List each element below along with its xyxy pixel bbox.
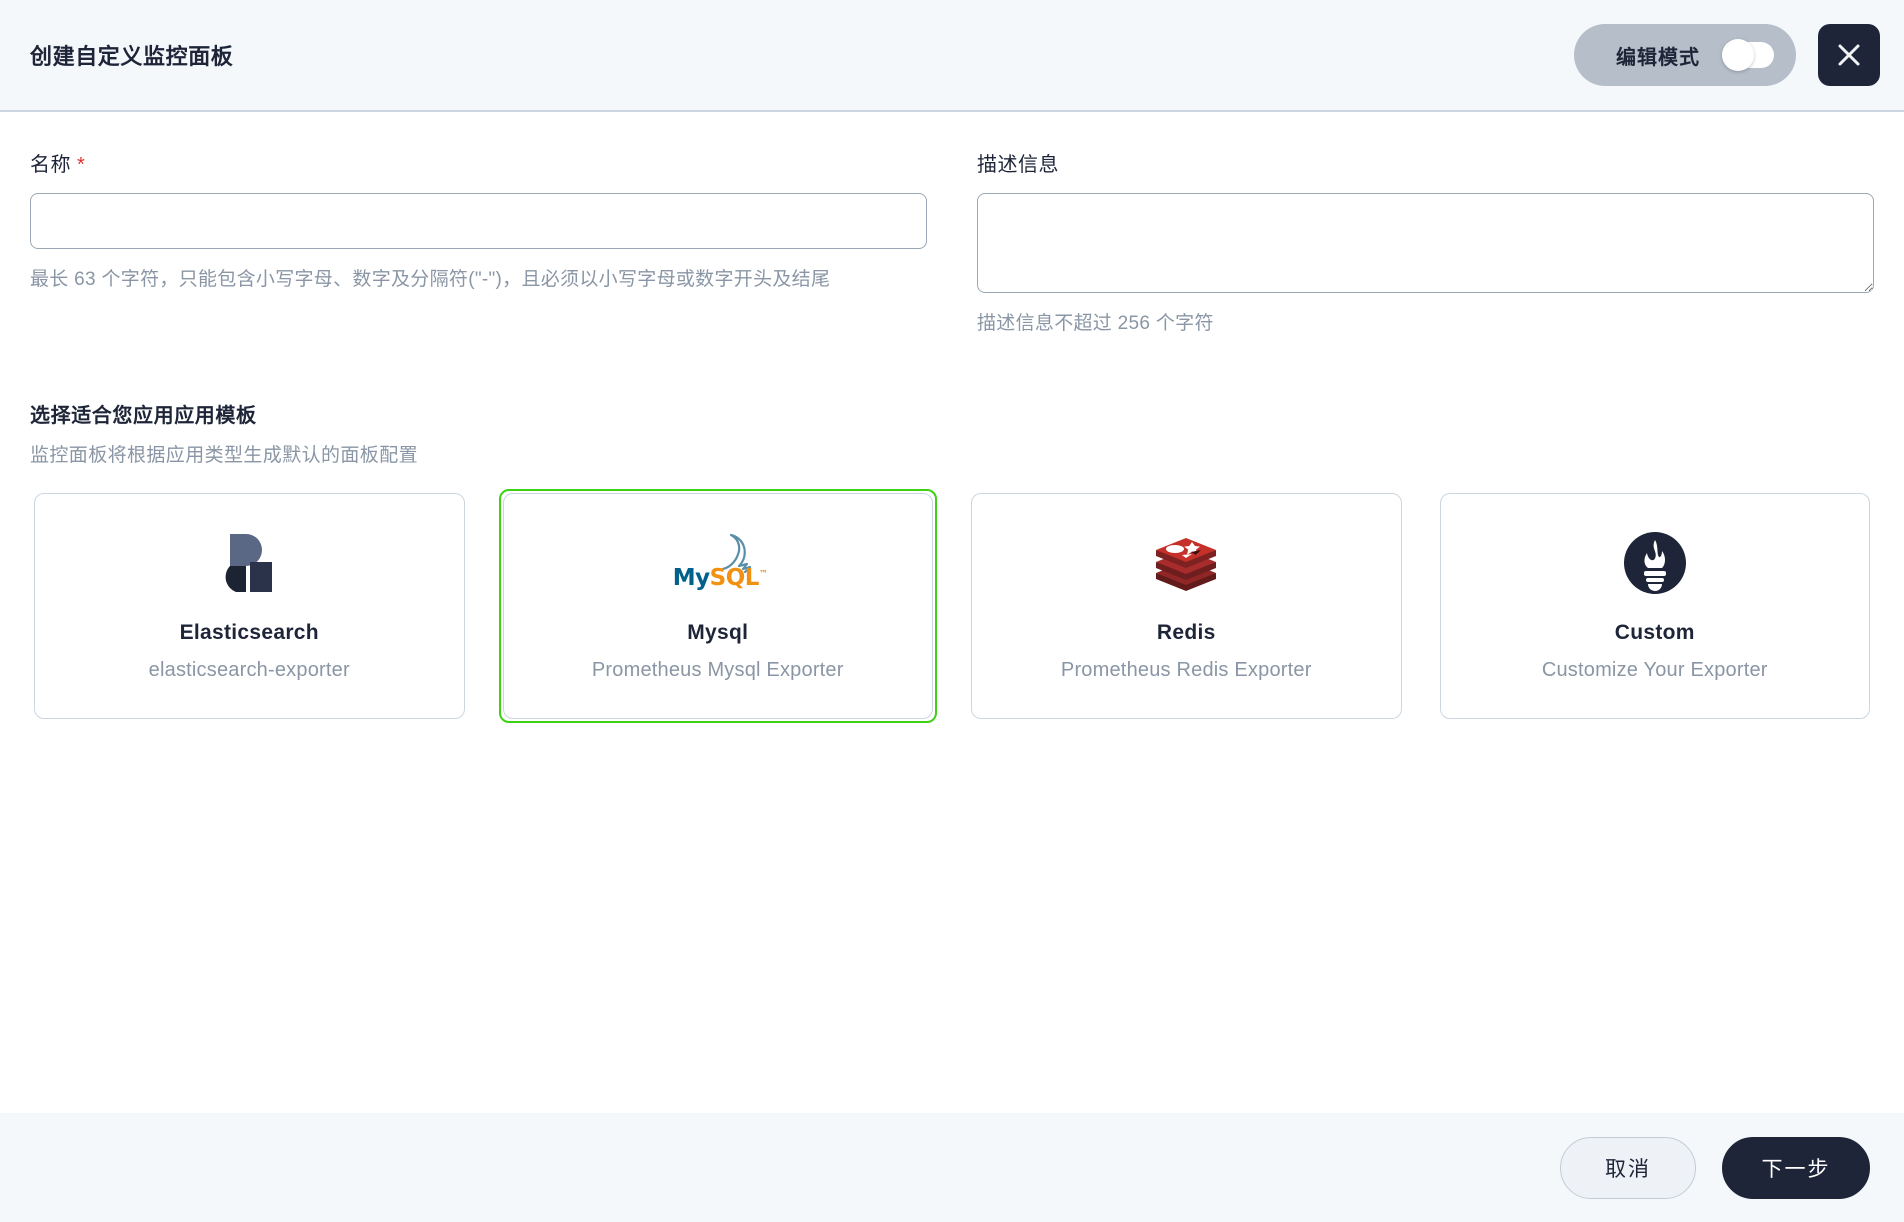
name-label-text: 名称: [30, 154, 71, 176]
dialog-body: 名称 * 最长 63 个字符，只能包含小写字母、数字及分隔符("-")，且必须以小…: [0, 112, 1904, 1113]
next-button[interactable]: 下一步: [1722, 1136, 1870, 1199]
template-cards: Elasticsearch elasticsearch-exporter MyS…: [30, 489, 1874, 723]
template-card-mysql[interactable]: MySQL™ Mysql Prometheus Mysql Exporter: [502, 493, 933, 719]
template-description: Prometheus Redis Exporter: [1060, 658, 1312, 681]
template-section-title: 选择适合您应用应用模板: [30, 405, 257, 427]
elasticsearch-logo: [220, 531, 278, 595]
name-input[interactable]: [30, 193, 927, 249]
mysql-my-text: My: [672, 564, 710, 591]
template-card-mysql-wrap: MySQL™ Mysql Prometheus Mysql Exporter: [498, 489, 937, 723]
mysql-logo: MySQL™: [673, 531, 768, 595]
template-name: Mysql: [687, 620, 749, 644]
close-icon: [1838, 44, 1860, 66]
description-textarea[interactable]: [977, 193, 1874, 293]
template-card-redis-wrap: Redis Prometheus Redis Exporter: [967, 489, 1406, 723]
cancel-button[interactable]: 取消: [1560, 1136, 1696, 1199]
template-name: Custom: [1614, 620, 1695, 644]
create-dashboard-dialog: 创建自定义监控面板 编辑模式 名称 * 最长 63 个字符，只能包含小写字母、数字…: [0, 0, 1904, 1222]
form-row: 名称 * 最长 63 个字符，只能包含小写字母、数字及分隔符("-")，且必须以小…: [30, 148, 1874, 341]
dialog-footer: 取消 下一步: [0, 1113, 1904, 1222]
name-label: 名称 *: [30, 148, 927, 177]
name-helper-text: 最长 63 个字符，只能包含小写字母、数字及分隔符("-")，且必须以小写字母或…: [30, 269, 831, 290]
edit-mode-toggle[interactable]: 编辑模式: [1574, 24, 1796, 86]
template-card-redis[interactable]: Redis Prometheus Redis Exporter: [971, 493, 1402, 719]
template-card-elasticsearch[interactable]: Elasticsearch elasticsearch-exporter: [34, 493, 465, 719]
description-helper-text: 描述信息不超过 256 个字符: [977, 313, 1214, 334]
template-section: 选择适合您应用应用模板 监控面板将根据应用类型生成默认的面板配置 Elastic…: [30, 399, 1874, 723]
template-card-custom-wrap: Custom Customize Your Exporter: [1436, 489, 1875, 723]
template-card-elasticsearch-wrap: Elasticsearch elasticsearch-exporter: [30, 489, 469, 723]
mysql-wordmark: MySQL™: [673, 565, 768, 591]
template-section-subtitle: 监控面板将根据应用类型生成默认的面板配置: [30, 445, 419, 466]
required-asterisk: *: [77, 154, 86, 176]
mysql-tm-text: ™: [758, 568, 768, 579]
prometheus-logo: [1623, 531, 1686, 595]
description-field-group: 描述信息 描述信息不超过 256 个字符: [977, 148, 1874, 341]
template-name: Redis: [1156, 620, 1216, 644]
edit-mode-switch[interactable]: [1722, 39, 1774, 71]
template-name: Elasticsearch: [179, 620, 319, 644]
edit-mode-label: 编辑模式: [1616, 46, 1700, 69]
page-title: 创建自定义监控面板: [30, 44, 234, 69]
template-description: Prometheus Mysql Exporter: [591, 658, 844, 681]
name-field-group: 名称 * 最长 63 个字符，只能包含小写字母、数字及分隔符("-")，且必须以小…: [30, 148, 927, 341]
description-label: 描述信息: [977, 154, 1059, 176]
switch-knob: [1722, 39, 1754, 71]
close-button[interactable]: [1818, 24, 1880, 86]
mysql-sql-text: SQL: [709, 564, 760, 591]
template-description: elasticsearch-exporter: [148, 658, 350, 681]
template-card-custom[interactable]: Custom Customize Your Exporter: [1439, 493, 1870, 719]
dialog-header: 创建自定义监控面板 编辑模式: [0, 0, 1904, 112]
template-description: Customize Your Exporter: [1541, 658, 1768, 681]
redis-logo: [1154, 531, 1218, 595]
